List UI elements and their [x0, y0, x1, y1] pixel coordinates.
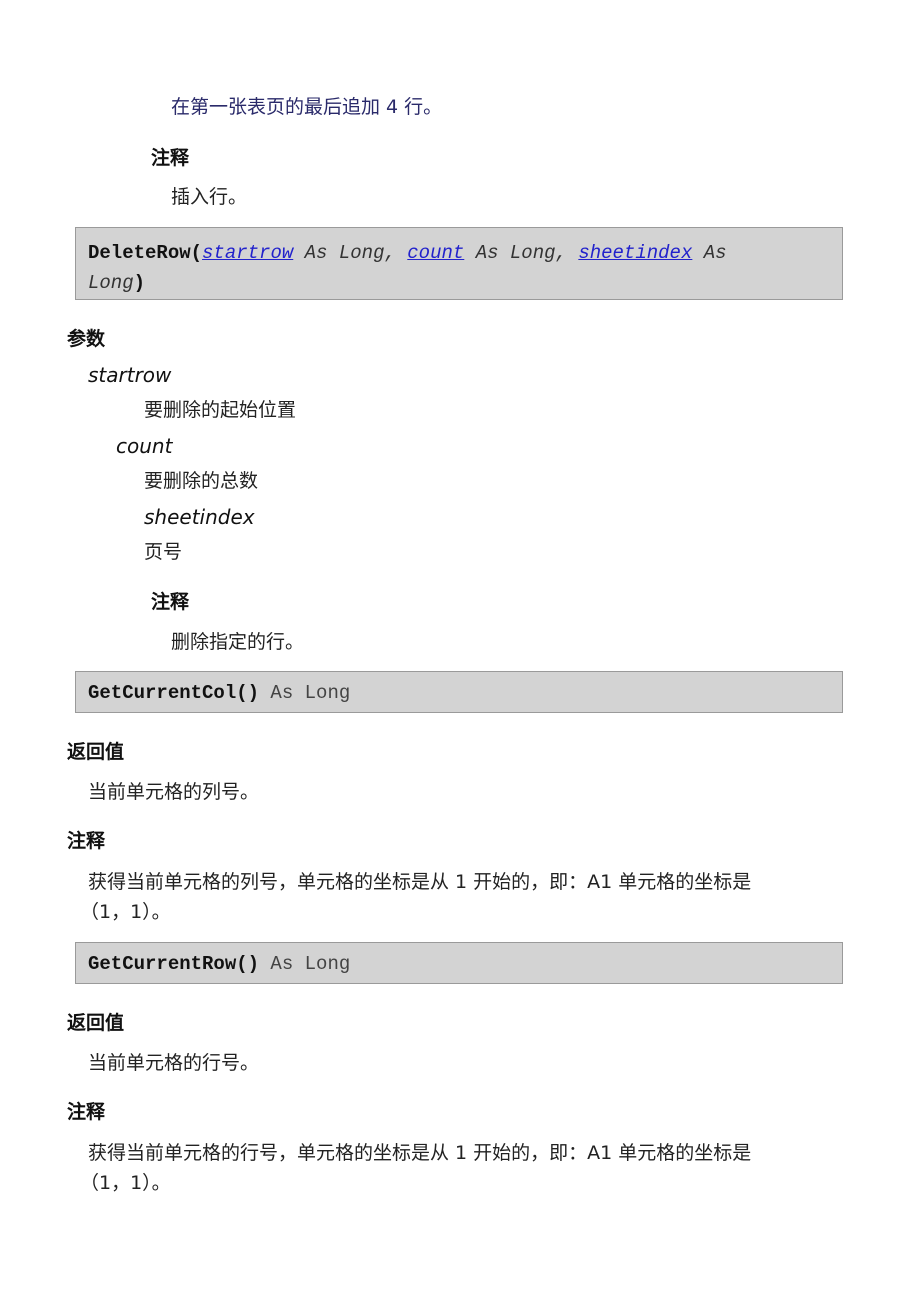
- param-link-sheetindex[interactable]: sheetindex: [578, 242, 692, 264]
- example-description: 在第一张表页的最后追加 4 行。: [171, 96, 443, 118]
- notes-text: 删除指定的行。: [171, 631, 305, 653]
- param-name-sheetindex: sheetindex: [144, 505, 255, 529]
- param-name-startrow: startrow: [88, 363, 172, 387]
- notes-text-line2: （1，1）。: [80, 901, 171, 923]
- notes-heading: 注释: [67, 1101, 106, 1123]
- param-type: As Long,: [293, 242, 408, 264]
- param-link-count[interactable]: count: [407, 242, 464, 264]
- deleterow-signature: DeleteRow(startrow As Long, count As Lon…: [75, 227, 843, 300]
- getcurrentrow-signature: GetCurrentRow() As Long: [75, 942, 843, 984]
- return-heading: 返回值: [67, 741, 125, 763]
- function-name: GetCurrentCol(): [88, 682, 260, 704]
- function-name: DeleteRow(: [88, 242, 203, 264]
- param-desc-count: 要删除的总数: [144, 470, 259, 492]
- return-text: 当前单元格的行号。: [88, 1052, 260, 1074]
- function-name: GetCurrentRow(): [88, 953, 260, 975]
- return-heading: 返回值: [67, 1012, 125, 1034]
- return-type: As Long: [259, 953, 351, 975]
- param-desc-startrow: 要删除的起始位置: [144, 399, 297, 421]
- param-link-startrow[interactable]: startrow: [202, 242, 293, 264]
- notes-heading: 注释: [151, 147, 190, 169]
- return-text: 当前单元格的列号。: [88, 781, 260, 803]
- param-desc-sheetindex: 页号: [144, 541, 183, 563]
- param-type: Long: [88, 272, 134, 294]
- notes-text-line1: 获得当前单元格的行号，单元格的坐标是从 1 开始的，即：A1 单元格的坐标是: [88, 1142, 752, 1164]
- param-type: As: [692, 242, 727, 264]
- notes-heading: 注释: [67, 830, 106, 852]
- getcurrentcol-signature: GetCurrentCol() As Long: [75, 671, 843, 713]
- close-paren: ): [133, 272, 146, 294]
- params-heading: 参数: [67, 328, 106, 350]
- return-type: As Long: [259, 682, 351, 704]
- param-type: As Long,: [464, 242, 579, 264]
- notes-heading: 注释: [151, 591, 190, 613]
- param-name-count: count: [116, 434, 173, 458]
- notes-text-line2: （1，1）。: [80, 1172, 171, 1194]
- notes-text-line1: 获得当前单元格的列号，单元格的坐标是从 1 开始的，即：A1 单元格的坐标是: [88, 871, 752, 893]
- notes-text: 插入行。: [171, 186, 248, 208]
